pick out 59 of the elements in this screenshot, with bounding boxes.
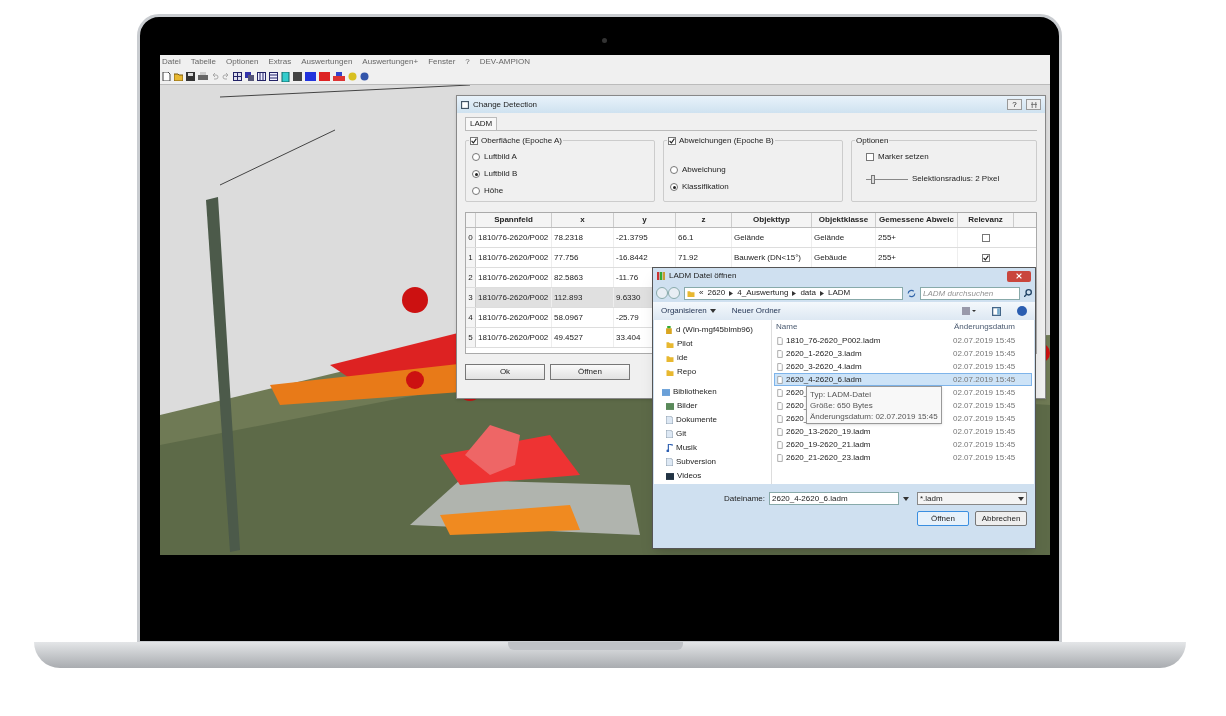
table-cell: 58.0967 bbox=[552, 308, 614, 327]
table-cell: 77.756 bbox=[552, 248, 614, 267]
radio-label: Luftbild A bbox=[484, 151, 517, 163]
file-name: 1810_76-2620_P002.ladm bbox=[786, 334, 881, 347]
group-label: Optionen bbox=[855, 135, 890, 147]
group-label: Oberfläche (Epoche A) bbox=[481, 135, 562, 147]
table-cell: 78.2318 bbox=[552, 228, 614, 247]
file-date: 02.07.2019 15:45 bbox=[953, 425, 1016, 438]
file-date: 02.07.2019 15:45 bbox=[953, 438, 1016, 451]
group-label: Abweichungen (Epoche B) bbox=[679, 135, 774, 147]
table-cell: 1810/76-2620/P002 bbox=[476, 328, 552, 347]
row-header: 1 bbox=[466, 248, 476, 267]
file-date: 02.07.2019 15:45 bbox=[953, 347, 1016, 360]
radio-label: Höhe bbox=[484, 185, 504, 197]
table-cell: 66.1 bbox=[676, 228, 732, 247]
row-header: 0 bbox=[466, 228, 476, 247]
row-header: 2 bbox=[466, 268, 476, 287]
file-name: 2620_13-2620_19.ladm bbox=[786, 425, 871, 438]
file-date: 02.07.2019 15:45 bbox=[953, 360, 1016, 373]
file-date: 02.07.2019 15:45 bbox=[953, 399, 1016, 412]
table-cell: 49.4527 bbox=[552, 328, 614, 347]
table-cell: Gelände bbox=[732, 228, 812, 247]
table-cell: 1810/76-2620/P002 bbox=[476, 268, 552, 287]
table-cell: 1810/76-2620/P002 bbox=[476, 288, 552, 307]
tooltip-line: Typ: LADM-Datei bbox=[810, 388, 872, 400]
checkbox-label: Marker setzen bbox=[878, 151, 929, 163]
file-name: 2620_19-2620_21.ladm bbox=[786, 438, 871, 451]
table-cell: 255+ bbox=[876, 228, 958, 247]
table-cell: 112.893 bbox=[552, 288, 614, 307]
row-header: 5 bbox=[466, 328, 476, 347]
table-cell: Gelände bbox=[812, 228, 876, 247]
table-cell: 1810/76-2620/P002 bbox=[476, 228, 552, 247]
table-cell: 1810/76-2620/P002 bbox=[476, 308, 552, 327]
file-date: 02.07.2019 15:45 bbox=[953, 373, 1016, 386]
radio-label: Klassifikation bbox=[682, 181, 729, 193]
file-name: 2620_ bbox=[786, 399, 809, 412]
field-label: Dateiname: bbox=[724, 492, 765, 505]
table-cell: 1810/76-2620/P002 bbox=[476, 248, 552, 267]
file-name: 2620_1-2620_3.ladm bbox=[786, 347, 862, 360]
row-header: 4 bbox=[466, 308, 476, 327]
file-name: 2620_3-2620_4.ladm bbox=[786, 360, 862, 373]
row-header: 3 bbox=[466, 288, 476, 307]
table-cell: -21.3795 bbox=[614, 228, 676, 247]
file-name: 2620_4-2620_6.ladm bbox=[786, 373, 862, 386]
file-date: 02.07.2019 15:45 bbox=[953, 386, 1016, 399]
file-name: 2620_21-2620_23.ladm bbox=[786, 451, 871, 464]
file-name: 2620_ bbox=[786, 386, 809, 399]
file-name: 2620_ bbox=[786, 412, 809, 425]
tooltip-line: Änderungsdatum: 02.07.2019 15:45 bbox=[810, 410, 938, 422]
radio-label: Luftbild B bbox=[484, 168, 518, 180]
dropdown-value: *.ladm bbox=[920, 492, 944, 505]
radio-label: Abweichung bbox=[682, 164, 726, 176]
file-date: 02.07.2019 15:45 bbox=[953, 334, 1016, 347]
slider-label: Selektionsradius: 2 Pixel bbox=[912, 173, 1000, 185]
table-cell: 82.5863 bbox=[552, 268, 614, 287]
tooltip-line: Größe: 650 Bytes bbox=[810, 399, 874, 411]
window-title: Change Detection bbox=[473, 98, 538, 111]
file-date: 02.07.2019 15:45 bbox=[953, 451, 1016, 464]
file-date: 02.07.2019 15:45 bbox=[953, 412, 1016, 425]
